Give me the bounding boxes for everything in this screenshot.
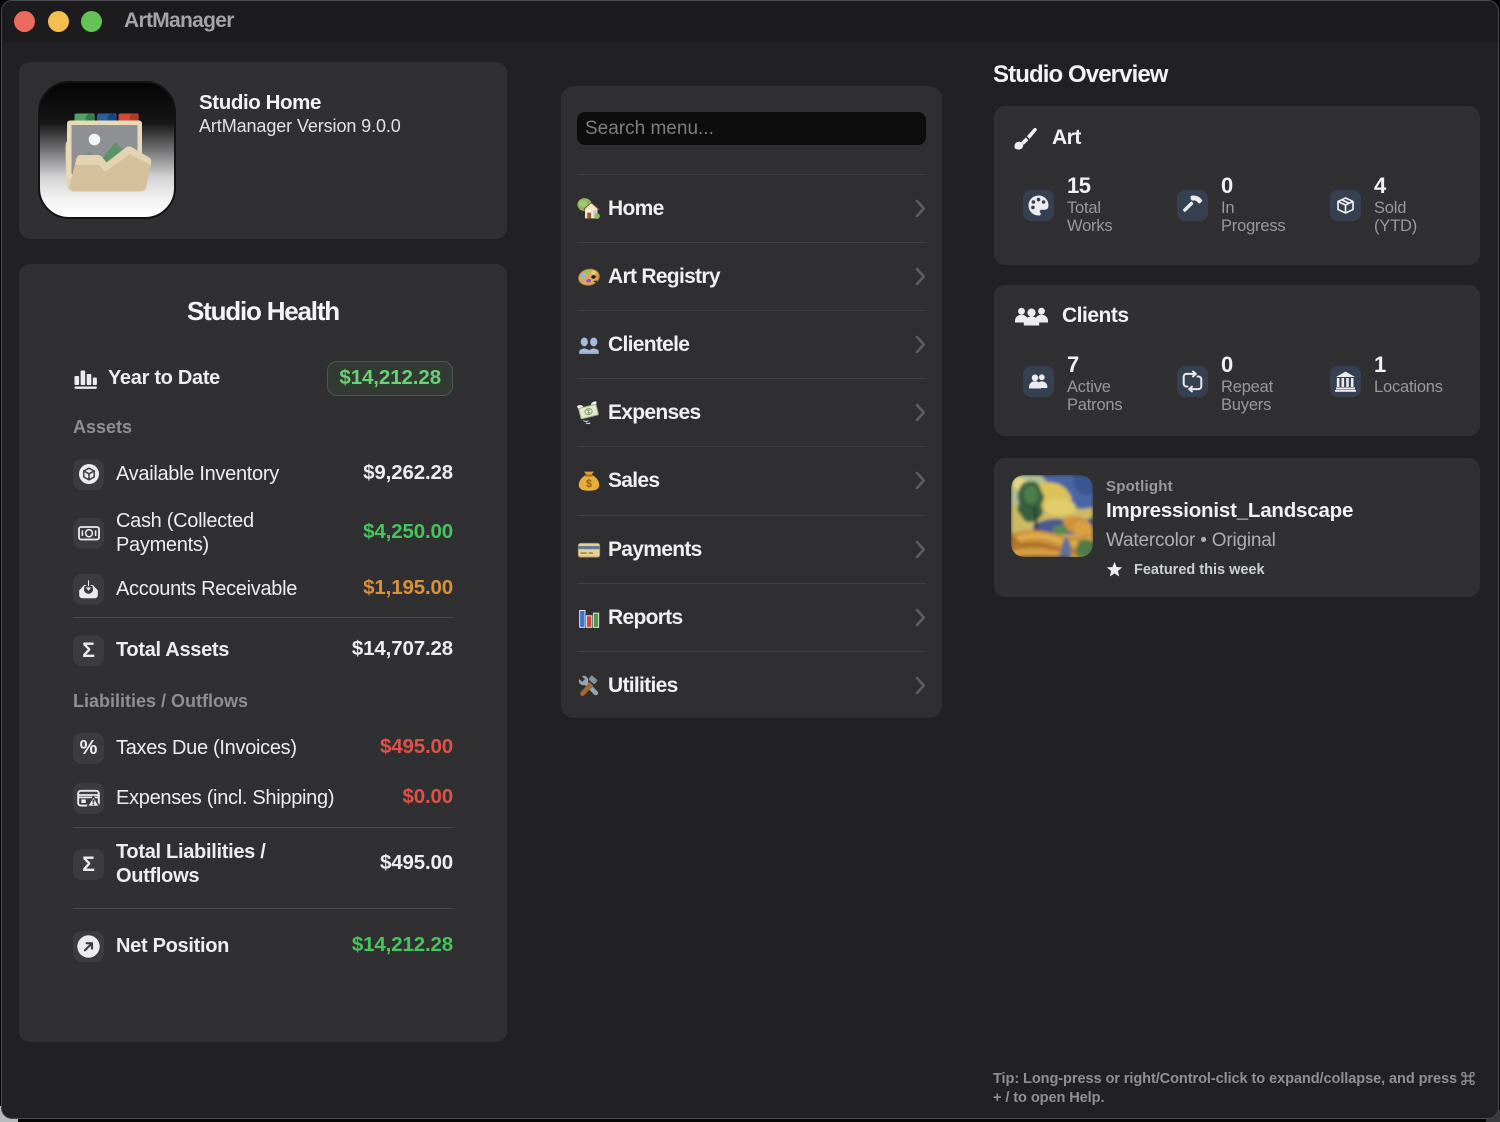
svg-text:$: $ — [586, 478, 592, 490]
